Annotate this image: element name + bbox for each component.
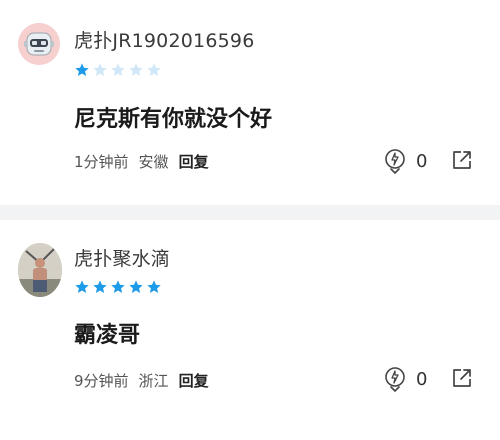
comment-meta: 1分钟前 安徽 回复 — [74, 151, 209, 172]
comment-item: 虎扑聚水滴 霸凌哥 9分钟前 浙江 回复 0 — [0, 220, 500, 440]
like-count: 0 — [416, 150, 428, 172]
avatar[interactable] — [18, 243, 62, 297]
like-button[interactable]: 0 — [384, 148, 427, 174]
comment-item: 虎扑JR1902016596 尼克斯有你就没个好 1分钟前 安徽 回复 0 — [0, 0, 500, 205]
star-icon — [129, 280, 143, 293]
star-rating — [74, 279, 162, 295]
star-icon — [93, 280, 107, 293]
share-button[interactable] — [452, 150, 472, 174]
comment-location: 安徽 — [138, 153, 169, 171]
like-icon — [385, 367, 405, 392]
username[interactable]: 虎扑JR1902016596 — [74, 26, 255, 53]
avatar-photo-icon — [18, 243, 62, 297]
comment-location: 浙江 — [138, 372, 169, 390]
avatar-robot-icon — [18, 23, 60, 65]
comment-time: 1分钟前 — [74, 153, 129, 171]
username[interactable]: 虎扑聚水滴 — [74, 244, 170, 271]
like-button[interactable]: 0 — [384, 366, 427, 392]
reply-button[interactable]: 回复 — [179, 370, 209, 391]
like-icon — [385, 149, 405, 174]
like-count: 0 — [416, 368, 428, 390]
star-icon — [129, 63, 143, 76]
star-icon — [111, 63, 125, 76]
divider — [0, 205, 500, 220]
comment-text: 尼克斯有你就没个好 — [74, 107, 273, 132]
avatar[interactable] — [18, 23, 60, 65]
comment-text: 霸凌哥 — [74, 323, 141, 348]
star-icon — [147, 280, 161, 293]
star-icon — [147, 63, 161, 76]
star-icon — [75, 280, 89, 293]
share-icon — [453, 151, 471, 169]
share-button[interactable] — [452, 368, 472, 392]
star-icon — [111, 280, 125, 293]
star-icon — [93, 63, 107, 76]
reply-button[interactable]: 回复 — [179, 151, 209, 172]
comment-time: 9分钟前 — [74, 372, 129, 390]
star-rating — [74, 62, 162, 78]
star-icon — [75, 63, 89, 76]
share-icon — [453, 369, 471, 387]
comment-meta: 9分钟前 浙江 回复 — [74, 370, 209, 391]
